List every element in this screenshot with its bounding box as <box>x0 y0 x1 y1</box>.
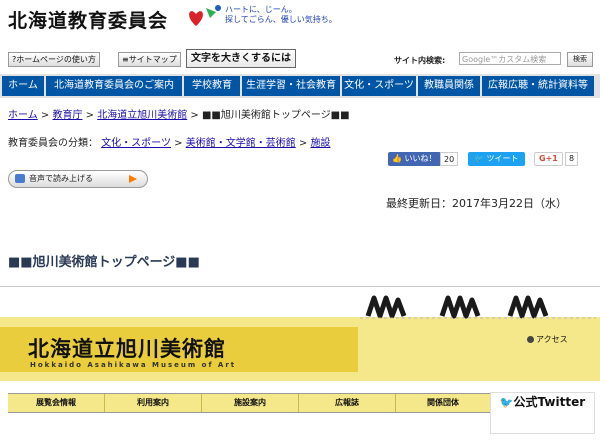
classification: 教育委員会の分類： 文化・スポーツ > 美術館・文学館・芸術館 > 施設 <box>8 138 331 149</box>
site-title[interactable]: 北海道教育委員会 <box>8 6 168 33</box>
decorative-figures-icon <box>360 295 596 319</box>
read-aloud-button[interactable]: 音声で読み上げる <box>8 170 148 188</box>
breadcrumb: ホーム > 教育庁 > 北海道立旭川美術館 > ■■旭川美術館トップページ■■ <box>8 110 350 121</box>
classification-facilities[interactable]: 施設 <box>311 138 331 149</box>
museum-name[interactable]: 北海道立旭川美術館 <box>28 333 226 363</box>
nav-item-culture[interactable]: 文化・スポーツ <box>342 76 416 96</box>
banner-divider <box>0 286 600 287</box>
thumbs-up-icon: 👍 <box>392 154 402 163</box>
breadcrumb-current: ■■旭川美術館トップページ■■ <box>201 110 350 121</box>
play-icon <box>129 175 137 183</box>
nav-item-home[interactable]: ホーム <box>2 76 44 96</box>
search-label: サイト内検索: <box>394 56 446 65</box>
twitter-bird-icon: 🐦 <box>474 154 484 163</box>
breadcrumb-edu[interactable]: 教育庁 <box>52 110 82 121</box>
last-updated: 最終更新日：2017年3月22日（水） <box>386 197 567 210</box>
nav-item-lifelong[interactable]: 生涯学習・社会教育 <box>242 76 340 96</box>
search-button[interactable]: 検索 <box>567 52 593 67</box>
search-input[interactable]: Google™カスタム検索 <box>459 52 561 65</box>
nav-item-about[interactable]: 北海道教育委員会のご案内 <box>46 76 182 96</box>
menu-organizations[interactable]: 関係団体 <box>396 394 491 412</box>
global-nav: ホーム 北海道教育委員会のご案内 学校教育 生涯学習・社会教育 文化・スポーツ … <box>0 74 600 98</box>
menu-exhibitions[interactable]: 展覧会情報 <box>8 394 105 412</box>
twitter-bird-icon: 🐦 <box>499 396 514 409</box>
menu-visit-info[interactable]: 利用案内 <box>105 394 202 412</box>
access-link[interactable]: アクセス <box>527 334 568 345</box>
classification-museums[interactable]: 美術館・文学館・芸術館 <box>186 138 296 149</box>
howto-button[interactable]: ?ホームページの使い方 <box>8 52 100 67</box>
classification-culture[interactable]: 文化・スポーツ <box>101 138 171 149</box>
menu-bulletin[interactable]: 広報誌 <box>299 394 396 412</box>
facebook-like-button[interactable]: 👍 いいね！ <box>388 152 441 166</box>
nav-item-pr[interactable]: 広報広聴・統計資料等 <box>482 76 594 96</box>
arrow-circle-icon <box>527 336 534 343</box>
gplus-count: 8 <box>565 152 579 166</box>
official-twitter-link[interactable]: 🐦公式Twitter <box>490 392 595 434</box>
breadcrumb-home[interactable]: ホーム <box>8 110 38 121</box>
nav-item-staff[interactable]: 教職員関係 <box>418 76 480 96</box>
tagline: ハートに、じーん。 探してごらん、優しい気持ち。 <box>225 5 337 24</box>
sitemap-icon: ≡ <box>122 55 129 64</box>
sitemap-button[interactable]: ≡サイトマップ <box>118 52 181 67</box>
text-size-button[interactable]: 文字を大きくするには <box>186 49 296 68</box>
nav-item-school[interactable]: 学校教育 <box>184 76 240 96</box>
breadcrumb-museum[interactable]: 北海道立旭川美術館 <box>97 110 187 121</box>
museum-name-en: Hokkaido Asahikawa Museum of Art <box>30 361 237 369</box>
heart-logo-icon <box>189 5 221 26</box>
like-count: 20 <box>440 152 459 166</box>
gplus-button[interactable]: G+1 <box>534 152 563 166</box>
tweet-button[interactable]: 🐦 ツイート <box>468 152 525 166</box>
page-title: ■■旭川美術館トップページ■■ <box>8 255 200 270</box>
speaker-icon <box>15 174 25 183</box>
menu-facility[interactable]: 施設案内 <box>202 394 299 412</box>
